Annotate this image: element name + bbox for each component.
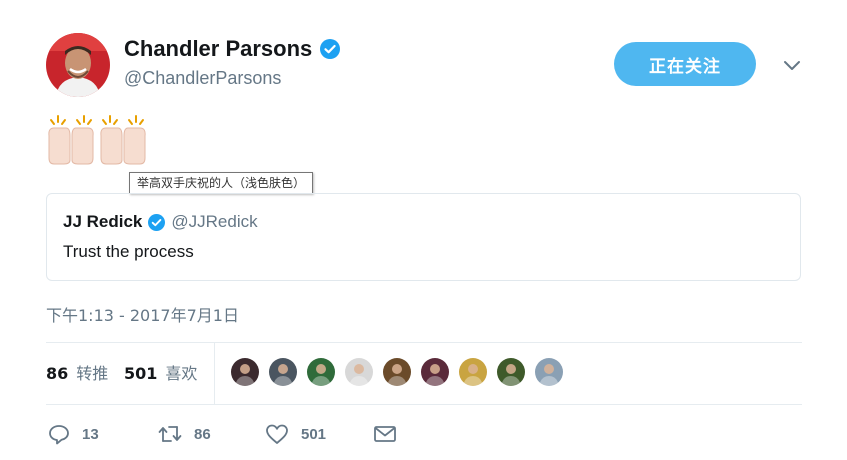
reply-icon — [48, 423, 70, 445]
retweet-icon — [158, 423, 182, 445]
retweet-action[interactable]: 86 — [158, 423, 211, 445]
quoted-author-handle: @JJRedick — [171, 212, 258, 231]
liker-avatar[interactable] — [457, 356, 489, 388]
author-avatar[interactable] — [46, 33, 110, 97]
reply-action[interactable]: 13 — [48, 423, 99, 445]
author-display-name[interactable]: Chandler Parsons — [124, 36, 312, 62]
divider — [214, 342, 215, 404]
like-stat-count: 501 — [124, 364, 158, 383]
divider — [46, 404, 802, 405]
retweet-count: 86 — [194, 425, 211, 443]
liker-avatar[interactable] — [533, 356, 565, 388]
retweet-stats[interactable]: 86 转推 — [46, 360, 108, 384]
emoji-tooltip: 举高双手庆祝的人（浅色肤色） — [129, 172, 314, 194]
quoted-tweet-text: Trust the process — [63, 242, 194, 261]
following-button[interactable]: 正在关注 — [614, 42, 756, 86]
tweet-timestamp[interactable]: 下午1:13 - 2017年7月1日 — [46, 302, 239, 326]
like-stats[interactable]: 501 喜欢 — [124, 360, 197, 384]
liker-avatar[interactable] — [381, 356, 413, 388]
raising-hands-emoji-icon — [46, 114, 96, 166]
quoted-author-row: JJ Redick @JJRedick — [63, 212, 258, 232]
liker-avatar[interactable] — [305, 356, 337, 388]
liker-avatar[interactable] — [343, 356, 375, 388]
direct-message-action[interactable] — [373, 423, 397, 445]
author-name-row[interactable]: Chandler Parsons — [124, 36, 341, 62]
like-count: 501 — [301, 425, 327, 443]
author-handle[interactable]: @ChandlerParsons — [124, 67, 281, 89]
raising-hands-emoji-icon — [98, 114, 148, 166]
chevron-down-icon[interactable] — [782, 58, 802, 72]
retweet-stat-count: 86 — [46, 364, 69, 383]
like-stat-label: 喜欢 — [165, 364, 198, 383]
liker-avatar[interactable] — [267, 356, 299, 388]
quoted-author-name: JJ Redick — [63, 212, 143, 231]
verified-badge-icon — [320, 39, 341, 59]
liker-avatar[interactable] — [419, 356, 451, 388]
liker-avatar[interactable] — [495, 356, 527, 388]
reply-count: 13 — [82, 425, 99, 443]
heart-icon — [265, 423, 289, 445]
verified-badge-icon — [148, 213, 166, 231]
envelope-icon — [373, 423, 397, 445]
divider — [46, 342, 802, 343]
like-action[interactable]: 501 — [265, 423, 326, 445]
retweet-stat-label: 转推 — [76, 364, 109, 383]
liker-avatar[interactable] — [229, 356, 261, 388]
quoted-tweet-card[interactable]: JJ Redick @JJRedick Trust the process — [46, 193, 801, 281]
